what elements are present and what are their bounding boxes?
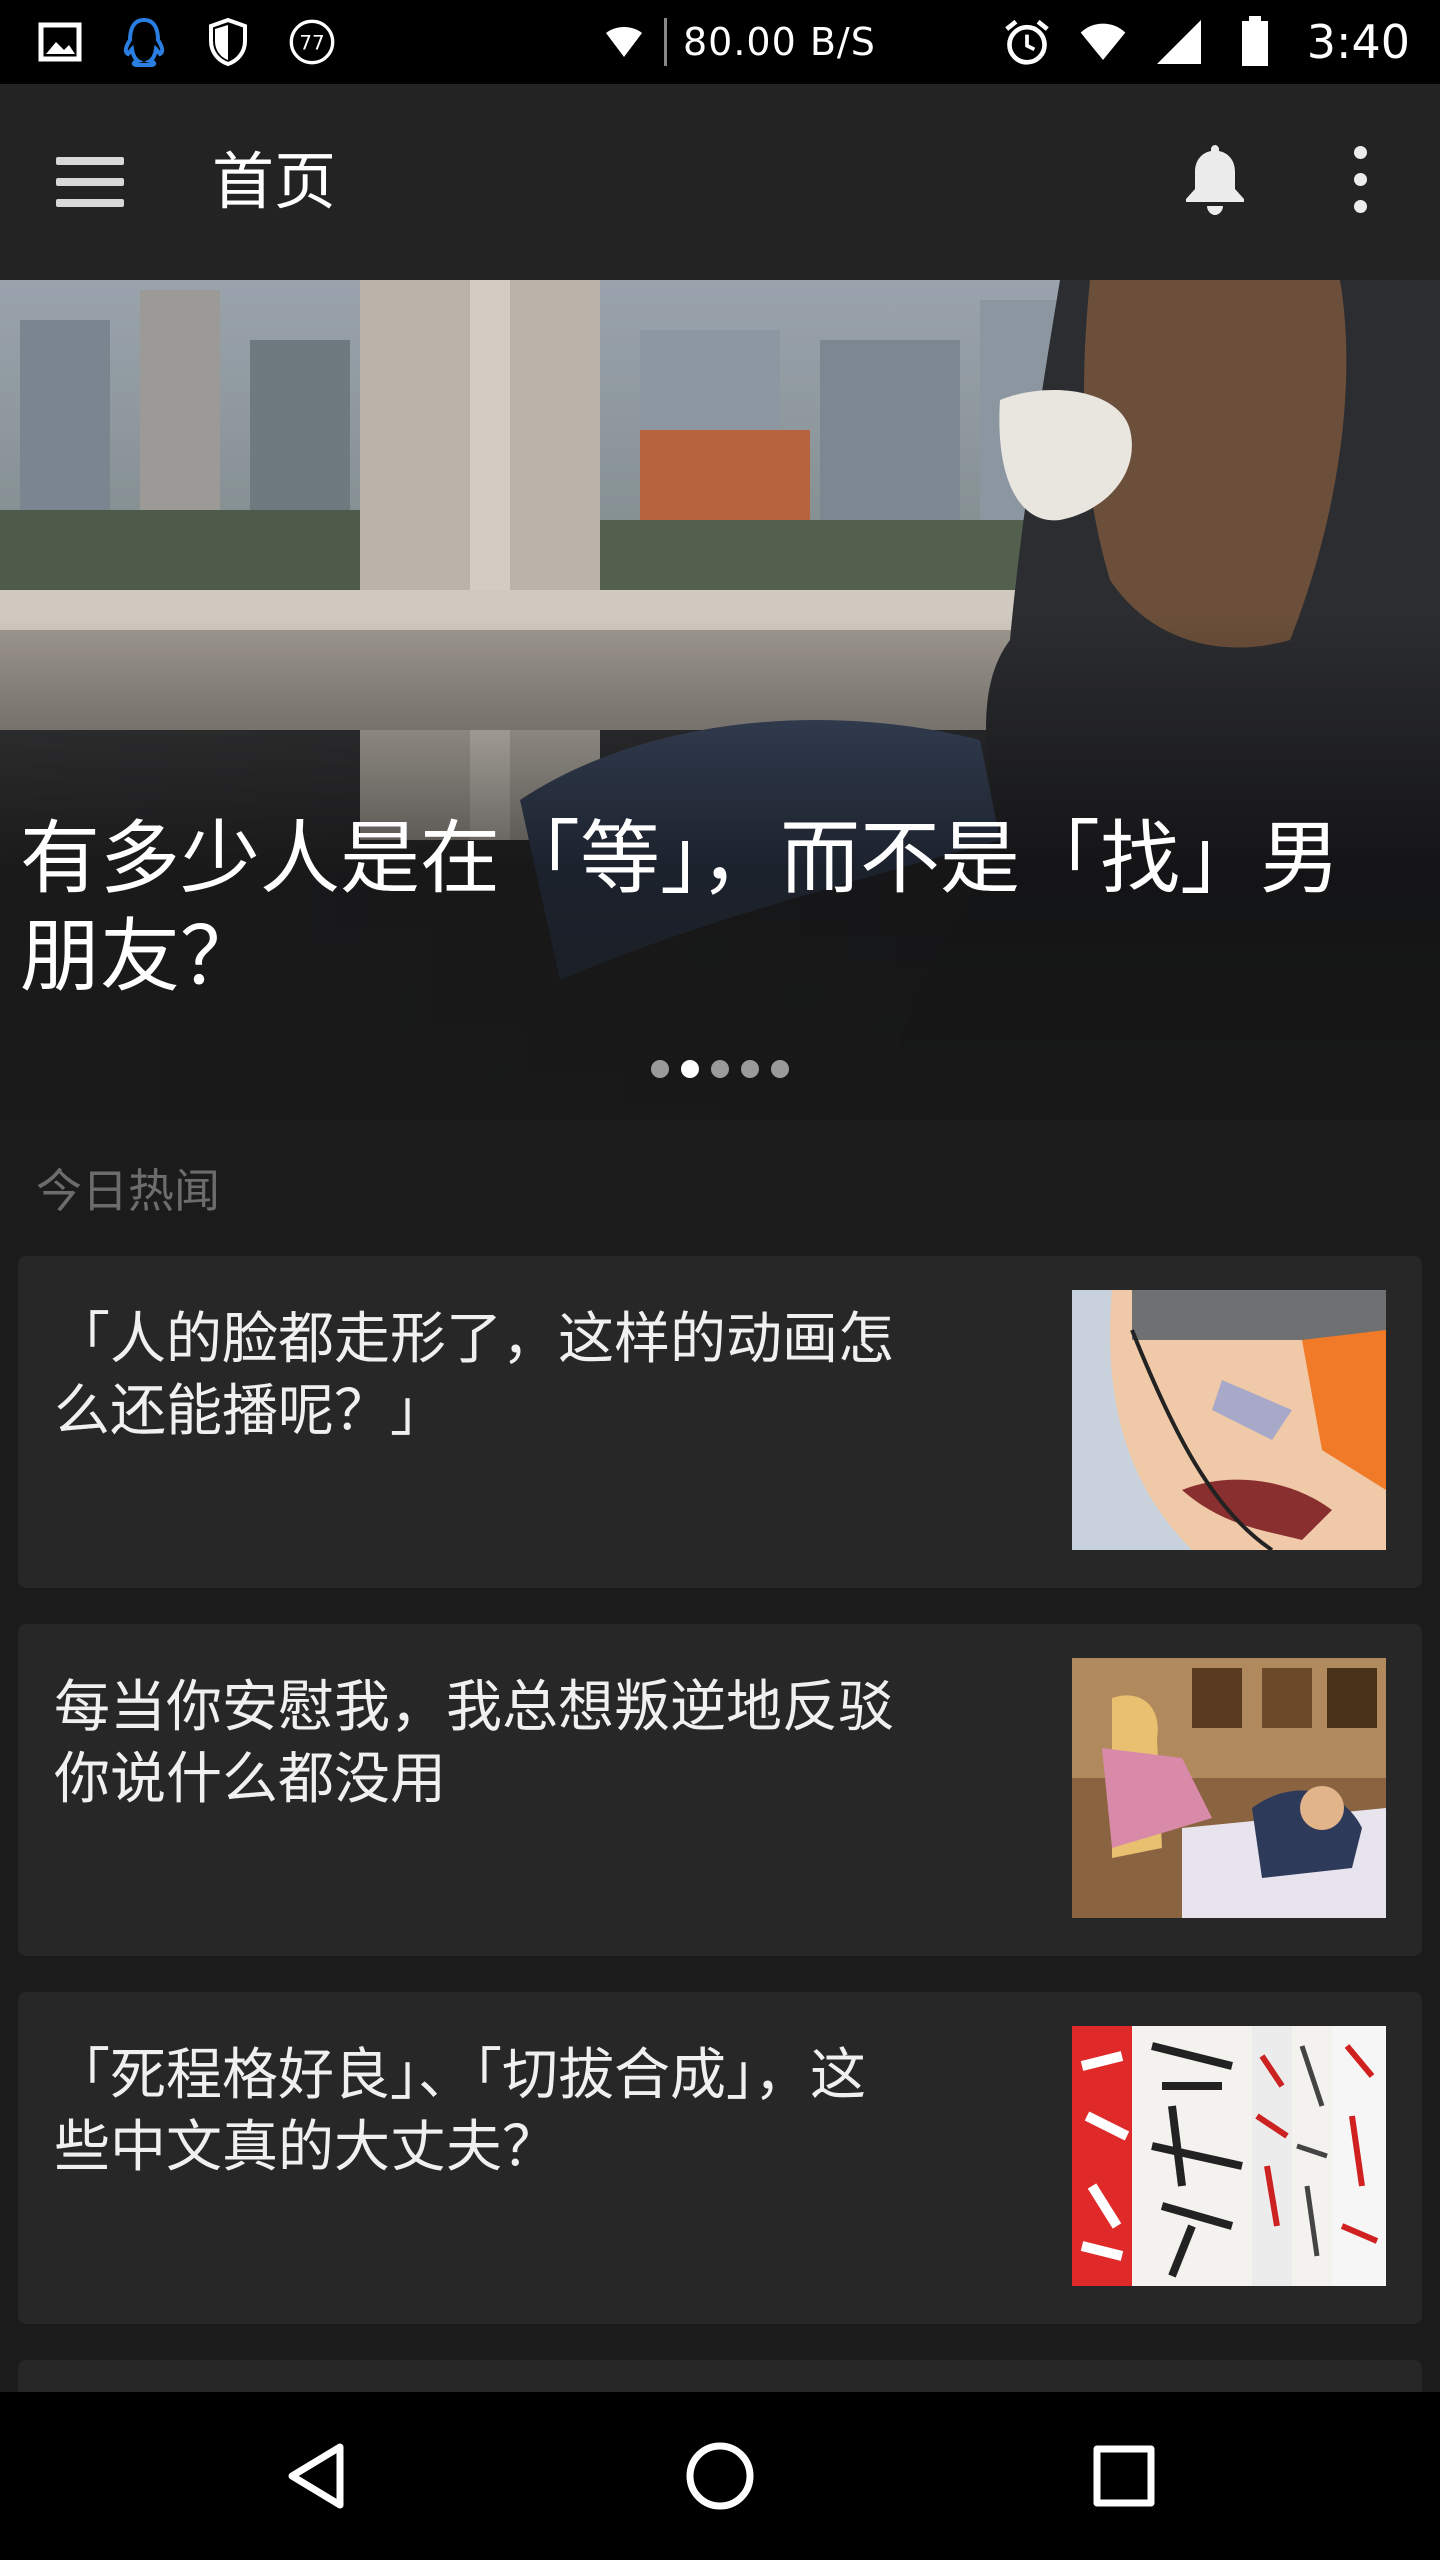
pager-dot-active[interactable] [681, 1060, 699, 1078]
pager-dot[interactable] [771, 1060, 789, 1078]
hero-title[interactable]: 有多少人是在「等」，而不是「找」男朋友？ [20, 810, 1400, 1006]
home-circle-icon[interactable] [670, 2426, 770, 2526]
story-card[interactable]: 「人的脸都走形了，这样的动画怎么还能播呢？」 [18, 1256, 1422, 1588]
app-bar: 首页 [0, 84, 1440, 280]
bell-icon[interactable] [1170, 134, 1260, 224]
story-card[interactable]: 每当你安慰我，我总想叛逆地反驳你说什么都没用 [18, 1624, 1422, 1956]
pager-indicator [0, 1060, 1440, 1078]
section-label: 今日热闻 [36, 1164, 220, 1218]
hero-banner[interactable]: 有多少人是在「等」，而不是「找」男朋友？ [0, 280, 1440, 1120]
pager-dot[interactable] [651, 1060, 669, 1078]
clock: 3:40 [1306, 15, 1410, 69]
pager-dot[interactable] [711, 1060, 729, 1078]
story-thumbnail [1072, 1290, 1386, 1550]
story-title: 「人的脸都走形了，这样的动画怎么还能播呢？」 [54, 1307, 894, 1444]
back-triangle-icon[interactable] [266, 2426, 366, 2526]
alarm-icon [1003, 18, 1051, 66]
counter-badge-icon: 77 [288, 18, 336, 66]
wifi-small-icon [600, 18, 648, 66]
story-title: 「死程格好良」、「切拔合成」，这些中文真的大丈夫？ [54, 2043, 866, 2180]
story-thumbnail [1072, 1658, 1386, 1918]
battery-icon [1231, 16, 1279, 66]
story-thumbnail [1072, 2026, 1386, 2286]
status-bar: 77 80.00 B/S 3:40 [0, 0, 1440, 84]
story-card[interactable]: 「死程格好良」、「切拔合成」，这些中文真的大丈夫？ [18, 1992, 1422, 2324]
qq-icon [120, 17, 168, 67]
svg-text:77: 77 [299, 31, 324, 54]
status-divider [664, 18, 667, 66]
wifi-icon [1079, 18, 1127, 66]
network-speed: 80.00 B/S [683, 20, 876, 64]
pager-dot[interactable] [741, 1060, 759, 1078]
more-vertical-icon[interactable] [1330, 134, 1390, 224]
signal-icon [1155, 18, 1203, 66]
page-title: 首页 [212, 145, 337, 218]
story-title: 每当你安慰我，我总想叛逆地反驳你说什么都没用 [54, 1675, 894, 1812]
image-icon [36, 18, 84, 66]
navigation-bar [0, 2392, 1440, 2560]
shield-icon [204, 17, 252, 67]
recents-square-icon[interactable] [1074, 2426, 1174, 2526]
hamburger-menu-icon[interactable] [56, 146, 136, 218]
